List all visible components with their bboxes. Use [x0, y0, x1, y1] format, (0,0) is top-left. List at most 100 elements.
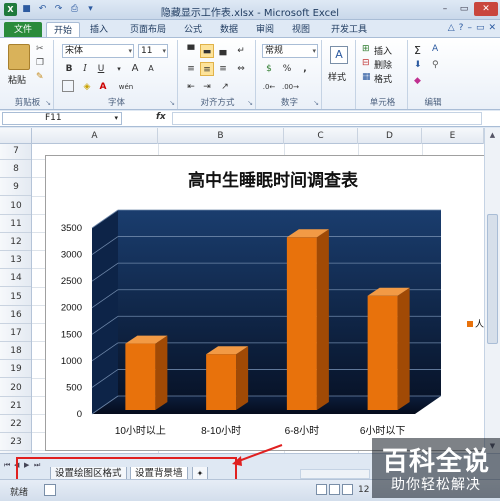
close-icon[interactable]: ✕ [474, 2, 498, 16]
close-workbook-icon[interactable]: ✕ [488, 23, 496, 33]
increase-indent-icon[interactable]: ⇥ [200, 80, 214, 94]
grow-font-button[interactable]: A [128, 62, 142, 76]
column-header-c[interactable]: C [284, 128, 358, 144]
dialog-launcher-icon[interactable]: ↘ [313, 99, 319, 107]
zoom-level[interactable]: 12 [358, 485, 369, 495]
increase-decimal-icon[interactable]: .0← [262, 80, 276, 94]
copy-icon[interactable]: ❐ [36, 58, 44, 68]
row-header[interactable]: 17 [0, 324, 31, 342]
row-header[interactable]: 13 [0, 251, 31, 270]
sort-filter-button[interactable]: A [432, 44, 438, 54]
row-header[interactable]: 20 [0, 379, 31, 397]
decrease-decimal-icon[interactable]: .00→ [282, 80, 299, 94]
underline-button[interactable]: U [94, 62, 108, 76]
dialog-launcher-icon[interactable]: ↘ [169, 99, 175, 107]
row-header[interactable]: 22 [0, 415, 31, 433]
decrease-indent-icon[interactable]: ⇤ [184, 80, 198, 94]
name-box[interactable]: F11 ▾ [2, 112, 122, 125]
fill-icon[interactable]: ⬇ [414, 60, 422, 70]
column-header-a[interactable]: A [32, 128, 158, 144]
row-header[interactable]: 21 [0, 397, 31, 415]
page-break-view-icon[interactable] [342, 484, 353, 495]
column-header-b[interactable]: B [158, 128, 284, 144]
format-cells-button[interactable]: 格式 [374, 72, 392, 85]
row-header[interactable]: 9 [0, 178, 31, 197]
vertical-scrollbar[interactable]: ▲ ▼ [484, 128, 500, 453]
row-header[interactable]: 15 [0, 288, 31, 306]
styles-button[interactable]: 样式 [328, 70, 346, 83]
row-header[interactable]: 18 [0, 342, 31, 361]
scroll-thumb[interactable] [487, 214, 498, 344]
minimize-workbook-icon[interactable]: – [467, 23, 472, 33]
paste-icon[interactable] [8, 44, 30, 70]
font-size-select[interactable]: 11 ▾ [138, 44, 168, 58]
align-left-icon[interactable]: ≡ [184, 62, 198, 76]
select-all-button[interactable] [0, 128, 32, 144]
format-cells-icon[interactable]: ▦ [362, 72, 371, 82]
row-header[interactable]: 7 [0, 144, 31, 160]
align-bottom-icon[interactable]: ▄ [216, 44, 230, 58]
row-header[interactable]: 11 [0, 215, 31, 233]
column-header-e[interactable]: E [422, 128, 484, 144]
align-right-icon[interactable]: ≡ [216, 62, 230, 76]
row-header[interactable]: 8 [0, 160, 31, 179]
column-header-d[interactable]: D [358, 128, 422, 144]
cut-icon[interactable]: ✂ [36, 44, 44, 54]
tab-formulas[interactable]: 公式 [178, 22, 208, 38]
autosum-button[interactable]: Σ [414, 44, 421, 57]
merge-center-icon[interactable]: ⇔ [234, 62, 248, 76]
row-header[interactable]: 19 [0, 360, 31, 379]
styles-icon[interactable]: A [330, 46, 348, 64]
border-icon[interactable] [62, 80, 74, 92]
tab-insert[interactable]: 插入 [84, 22, 114, 38]
formula-input[interactable] [172, 112, 482, 125]
tab-view[interactable]: 视图 [286, 22, 316, 38]
first-sheet-icon[interactable]: ⏮ [4, 461, 10, 470]
scroll-up-icon[interactable]: ▲ [485, 128, 500, 142]
fill-color-icon[interactable]: ◈ [80, 80, 94, 94]
format-painter-icon[interactable]: ✎ [36, 72, 44, 82]
normal-view-icon[interactable] [316, 484, 327, 495]
help-icon[interactable]: ? [459, 23, 464, 33]
align-center-icon[interactable]: ≡ [200, 62, 214, 76]
italic-button[interactable]: I [78, 62, 92, 76]
row-header[interactable]: 10 [0, 197, 31, 215]
number-format-select[interactable]: 常规 ▾ [262, 44, 318, 58]
wrap-text-icon[interactable]: ↵ [234, 44, 248, 58]
minimize-icon[interactable]: – [436, 2, 454, 16]
percent-button[interactable]: % [280, 62, 294, 76]
font-color-icon[interactable]: A [96, 80, 110, 94]
align-middle-icon[interactable]: ▬ [200, 44, 214, 58]
tab-page-layout[interactable]: 页面布局 [122, 22, 174, 38]
comma-button[interactable]: , [298, 62, 312, 76]
row-header[interactable]: 16 [0, 306, 31, 324]
tab-data[interactable]: 数据 [214, 22, 244, 38]
insert-cells-icon[interactable]: ⊞ [362, 44, 370, 54]
tab-review[interactable]: 审阅 [250, 22, 280, 38]
phonetic-button[interactable]: wén [116, 80, 136, 94]
restore-workbook-icon[interactable]: ▭ [476, 23, 485, 33]
macro-record-icon[interactable] [44, 484, 56, 496]
chart[interactable]: 高中生睡眠时间调查表 0 500 1000 1500 2000 2500 3000 3500 10… [45, 155, 500, 451]
underline-dropdown-icon[interactable]: ▾ [112, 62, 126, 76]
row-header[interactable]: 12 [0, 233, 31, 251]
delete-cells-icon[interactable]: ⊟ [362, 58, 370, 68]
delete-cells-button[interactable]: 删除 [374, 58, 392, 71]
align-top-icon[interactable]: ▀ [184, 44, 198, 58]
maximize-icon[interactable]: ▭ [455, 2, 473, 16]
horizontal-scrollbar[interactable] [300, 469, 370, 479]
tab-file[interactable]: 文件 [4, 22, 42, 38]
row-header[interactable]: 14 [0, 269, 31, 288]
collapse-ribbon-icon[interactable]: △ [448, 23, 455, 33]
dialog-launcher-icon[interactable]: ↘ [45, 99, 51, 107]
bold-button[interactable]: B [62, 62, 76, 76]
find-icon[interactable]: ⚲ [432, 60, 439, 70]
font-name-select[interactable]: 宋体 ▾ [62, 44, 134, 58]
row-header[interactable]: 23 [0, 433, 31, 452]
tab-home[interactable]: 开始 [46, 22, 80, 38]
tab-developer[interactable]: 开发工具 [324, 22, 374, 38]
paste-button[interactable]: 粘贴 [8, 73, 26, 86]
orientation-icon[interactable]: ↗ [218, 80, 232, 94]
page-layout-view-icon[interactable] [329, 484, 340, 495]
insert-function-button[interactable]: fx [156, 112, 166, 122]
